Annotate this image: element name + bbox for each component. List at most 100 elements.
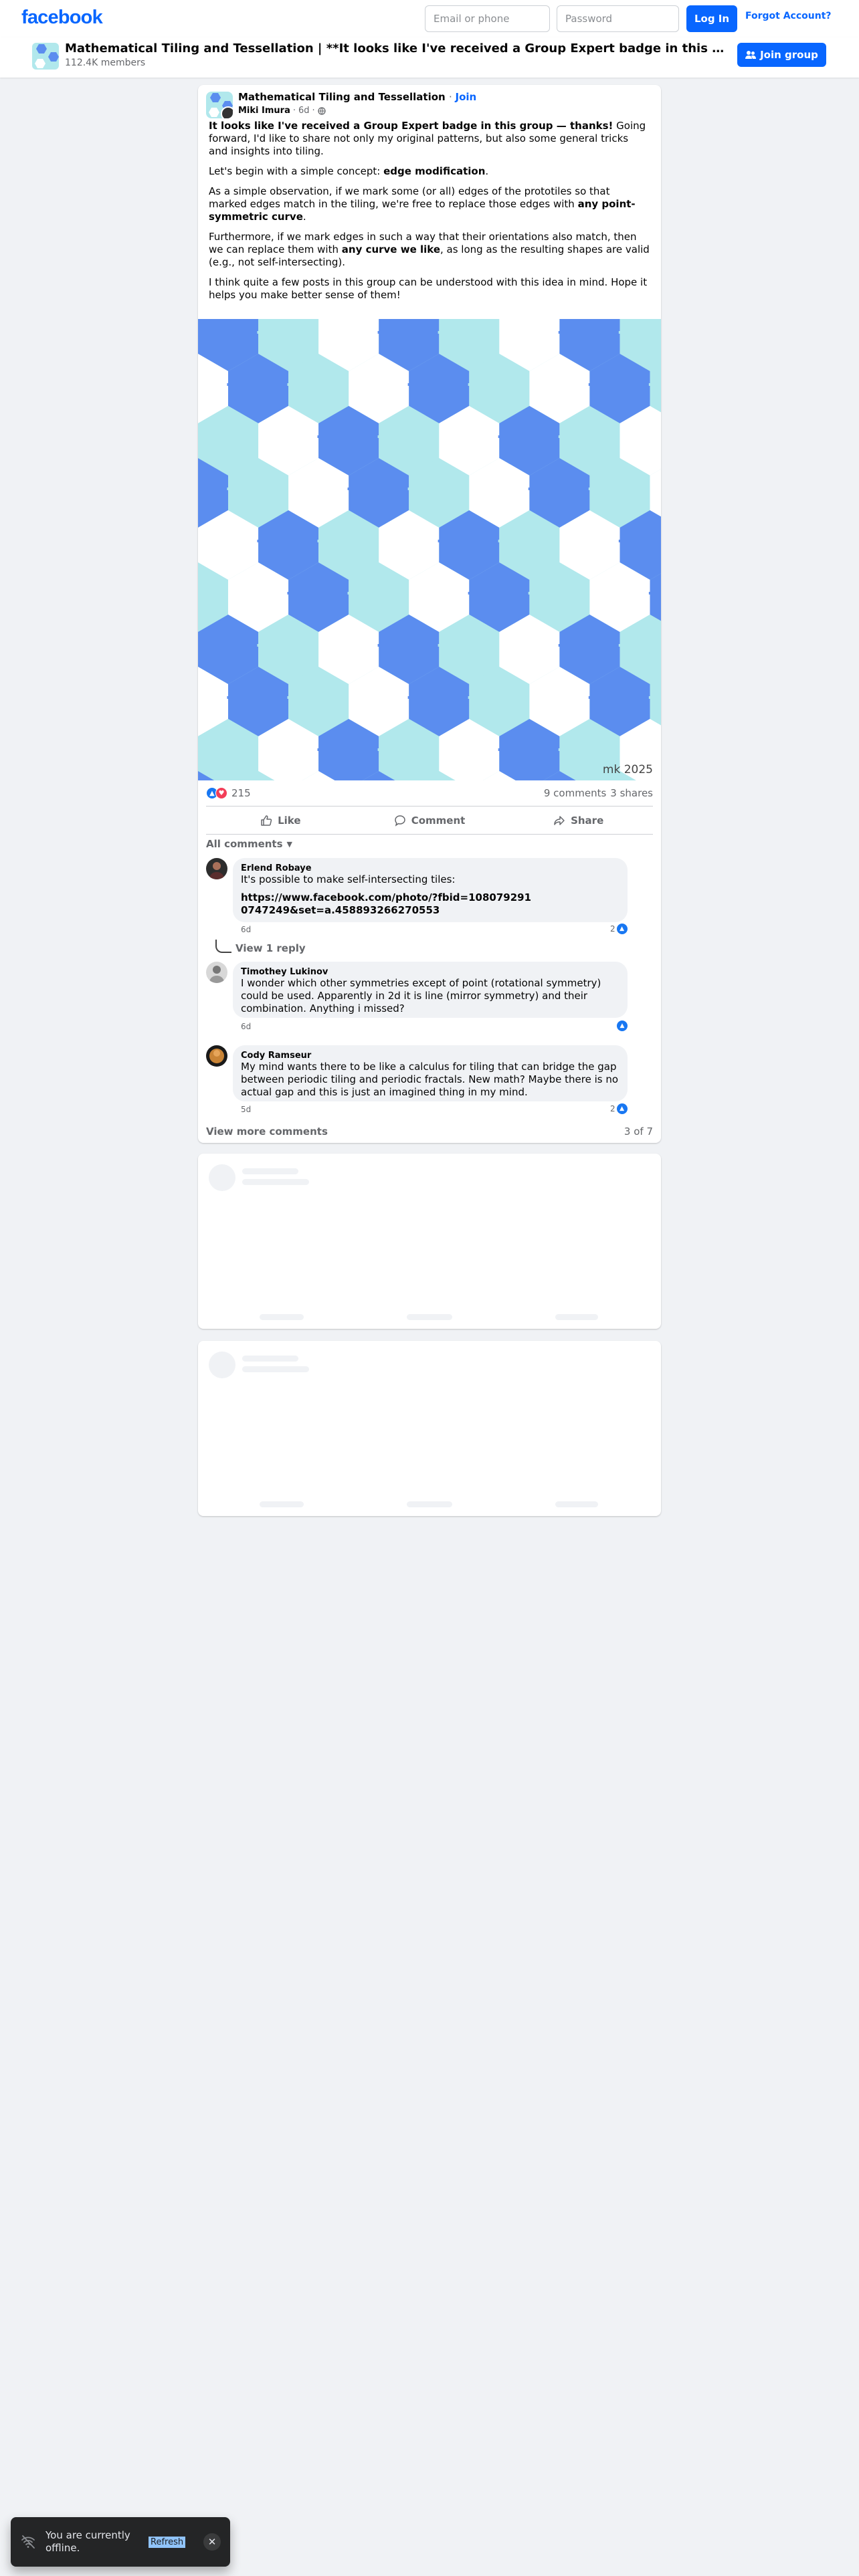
share-icon [554, 816, 565, 825]
love-reaction-icon: ♥ [215, 787, 227, 799]
post-join-link[interactable]: Join [456, 91, 477, 103]
login-button[interactable]: Log In [686, 5, 737, 32]
comment-like-count[interactable]: 2 ▲ [610, 924, 628, 934]
comment-text: It's possible to make self-intersecting … [241, 873, 456, 885]
placeholder-line [555, 1314, 598, 1320]
comment-bubble: Timothey Lukinov I wonder which other sy… [233, 962, 628, 1018]
offline-toast: You are currently offline. Refresh ✕ [11, 2517, 230, 2567]
post-paragraph: It looks like I've received a Group Expe… [209, 120, 646, 157]
post-meta: Miki Imura · 6d · [238, 106, 326, 116]
commenter-name[interactable]: Erlend Robaye [241, 863, 619, 873]
caret-down-icon: ▼ [286, 839, 292, 849]
placeholder-avatar [209, 1164, 235, 1191]
comment-item: Erlend Robaye It's possible to make self… [206, 858, 653, 934]
comment-item: Cody Ramseur My mind wants there to be l… [206, 1045, 653, 1119]
comment-time[interactable]: 6d [241, 1022, 251, 1031]
close-icon[interactable]: ✕ [203, 2533, 221, 2551]
comment-like-count[interactable]: ▲ [617, 1021, 628, 1031]
comment-item: Timothey Lukinov I wonder which other sy… [206, 962, 653, 1035]
comment-text: I wonder which other symmetries except o… [241, 977, 601, 1014]
loading-post-placeholder [198, 1154, 661, 1329]
placeholder-line [407, 1501, 452, 1507]
group-title[interactable]: Mathematical Tiling and Tessellation | *… [65, 41, 731, 56]
reaction-count: 215 [231, 787, 251, 799]
placeholder-line [242, 1179, 309, 1185]
group-header-bar: Mathematical Tiling and Tessellation | *… [0, 37, 859, 78]
facebook-logo[interactable]: facebook [21, 7, 103, 29]
post-author[interactable]: Miki Imura [238, 106, 290, 116]
like-reaction-icon: ▲ [616, 924, 628, 934]
commenter-avatar[interactable] [206, 962, 227, 983]
view-reply-link[interactable]: View 1 reply [235, 942, 306, 954]
placeholder-line [260, 1501, 304, 1507]
comment-page-count: 3 of 7 [624, 1125, 653, 1138]
group-member-count: 112.4K members [65, 58, 146, 68]
placeholder-avatar [209, 1352, 235, 1378]
post-group-link[interactable]: Mathematical Tiling and Tessellation [238, 91, 446, 103]
engagement-counts: 9 comments 3 shares [544, 787, 653, 799]
placeholder-line [242, 1356, 298, 1362]
join-group-icon [745, 51, 757, 59]
post-actions: Like Comment Share [206, 807, 653, 834]
comment-time[interactable]: 5d [241, 1105, 251, 1114]
like-reaction-icon: ▲ [616, 1103, 628, 1114]
divider [206, 806, 653, 807]
thumbs-up-icon [261, 815, 272, 826]
group-avatar[interactable] [32, 43, 59, 70]
post-text: It looks like I've received a Group Expe… [209, 120, 650, 309]
join-group-label: Join group [760, 49, 818, 61]
comment-text: My mind wants there to be like a calculu… [241, 1061, 619, 1098]
post-paragraph: Furthermore, if we mark edges in such a … [209, 231, 650, 268]
password-input[interactable] [557, 5, 679, 32]
placeholder-line [555, 1501, 598, 1507]
post-group-name: Mathematical Tiling and Tessellation · J… [238, 91, 477, 103]
image-watermark: mk 2025 [602, 763, 653, 776]
divider [206, 834, 653, 835]
like-label: Like [278, 815, 301, 827]
comment-sort-label: All comments [206, 838, 283, 850]
placeholder-line [242, 1366, 309, 1372]
group-avatar-small[interactable] [206, 92, 233, 118]
comment-button[interactable]: Comment [355, 807, 504, 834]
post-paragraph: Let's begin with a simple concept: edge … [209, 165, 489, 177]
reaction-summary[interactable]: ▲ ♥ 215 [206, 787, 251, 799]
commenter-avatar[interactable] [206, 858, 227, 879]
comment-time[interactable]: 6d [241, 925, 251, 934]
placeholder-line [407, 1314, 452, 1320]
like-reaction-icon: ▲ [617, 1021, 628, 1031]
view-more-comments-link[interactable]: View more comments [206, 1125, 328, 1138]
join-group-button[interactable]: Join group [737, 43, 826, 67]
reply-connector [215, 940, 231, 953]
comment-link[interactable]: https://www.facebook.com/photo/?fbid=108… [241, 891, 535, 917]
post-paragraph: As a simple observation, if we mark some… [209, 185, 636, 223]
share-count[interactable]: 3 shares [610, 787, 653, 799]
email-input[interactable] [425, 5, 550, 32]
comment-icon [394, 815, 405, 827]
forgot-account-link[interactable]: Forgot Account? [745, 11, 832, 21]
like-button[interactable]: Like [206, 807, 355, 834]
comment-bubble: Cody Ramseur My mind wants there to be l… [233, 1045, 628, 1101]
post-paragraph: I think quite a few posts in this group … [209, 276, 648, 301]
author-avatar[interactable] [221, 106, 233, 118]
refresh-link[interactable]: Refresh [149, 2536, 186, 2548]
share-label: Share [571, 815, 604, 827]
commenter-name[interactable]: Timothey Lukinov [241, 967, 619, 977]
comment-bubble: Erlend Robaye It's possible to make self… [233, 858, 628, 922]
globe-icon [318, 106, 326, 115]
comment-sort-dropdown[interactable]: All comments ▼ [206, 838, 292, 850]
loading-post-placeholder [198, 1341, 661, 1516]
top-navbar: facebook Log In Forgot Account? [0, 0, 859, 37]
comment-count[interactable]: 9 comments [544, 787, 606, 799]
offline-message: You are currently offline. [45, 2529, 130, 2554]
comment-label: Comment [411, 815, 466, 827]
commenter-avatar[interactable] [206, 1045, 227, 1067]
post-time[interactable]: 6d [298, 106, 310, 116]
commenter-name[interactable]: Cody Ramseur [241, 1051, 619, 1061]
tiling-image[interactable]: mk 2025 [198, 319, 661, 780]
no-wifi-icon [21, 2535, 35, 2549]
placeholder-line [260, 1314, 304, 1320]
share-button[interactable]: Share [504, 807, 653, 834]
comment-like-count[interactable]: 2 ▲ [610, 1103, 628, 1114]
post-card: Mathematical Tiling and Tessellation · J… [198, 85, 661, 1143]
placeholder-line [242, 1168, 298, 1174]
